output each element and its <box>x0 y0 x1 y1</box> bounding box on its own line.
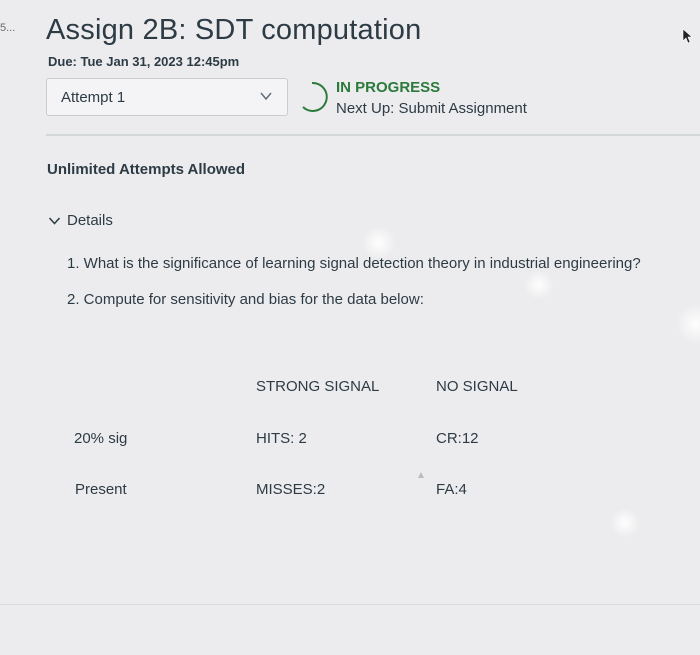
table-cell: 20% sig <box>74 430 128 447</box>
glare-highlight <box>676 304 700 344</box>
mouse-pointer-icon <box>682 28 693 44</box>
table-header-cell: NO SIGNAL <box>436 378 518 395</box>
small-mark-icon <box>418 472 424 478</box>
chevron-down-icon <box>48 217 61 225</box>
question-2: 2. Compute for sensitivity and bias for … <box>67 291 424 308</box>
progress-ring-icon <box>302 81 328 112</box>
attempt-select-value: Attempt 1 <box>61 88 126 106</box>
table-cell: Present <box>75 481 127 498</box>
page-title: Assign 2B: SDT computation <box>46 14 422 46</box>
next-up-text: Next Up: Submit Assignment <box>336 100 527 117</box>
glare-highlight <box>524 270 554 300</box>
corner-text: 5... <box>0 22 16 34</box>
table-cell: CR:12 <box>436 430 479 447</box>
table-cell: FA:4 <box>436 481 467 498</box>
attempt-select[interactable]: Attempt 1 <box>46 78 288 116</box>
question-1: 1. What is the significance of learning … <box>67 255 641 272</box>
glare-highlight <box>610 508 640 538</box>
status-badge: IN PROGRESS <box>336 79 441 96</box>
details-toggle[interactable]: Details <box>48 212 113 229</box>
table-header-cell: STRONG SIGNAL <box>256 378 380 395</box>
attempts-allowed-label: Unlimited Attempts Allowed <box>47 161 246 178</box>
due-date: Due: Tue Jan 31, 2023 12:45pm <box>48 54 240 69</box>
bottom-divider <box>0 604 700 605</box>
details-label: Details <box>67 212 113 229</box>
divider <box>46 134 700 136</box>
table-cell: HITS: 2 <box>256 430 307 447</box>
glare-highlight <box>362 226 396 260</box>
table-cell: MISSES:2 <box>256 481 326 498</box>
chevron-down-icon <box>260 92 272 101</box>
